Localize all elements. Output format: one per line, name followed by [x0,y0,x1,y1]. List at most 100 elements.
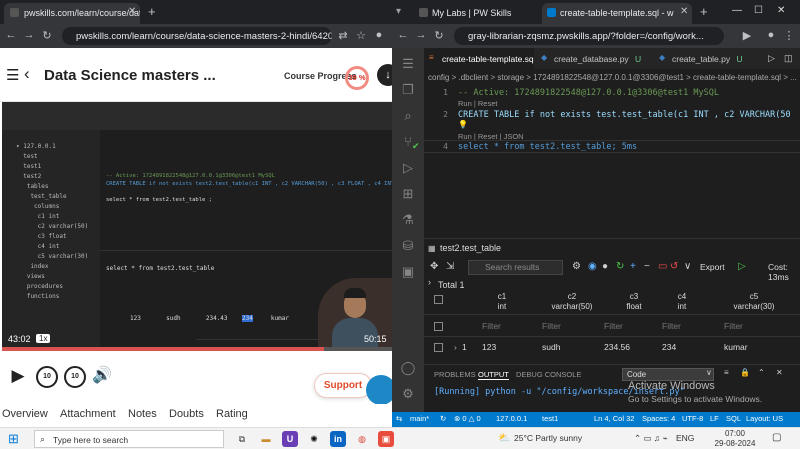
editor-tab-sql[interactable]: ≡ create-table-template.sql [424,48,534,70]
support-button[interactable]: Support [314,373,372,398]
reload-icon[interactable]: ↻ [40,29,54,42]
github-icon[interactable]: ● [602,261,608,272]
tab-pwskills-course[interactable]: pwskills.com/learn/course/data [4,3,140,24]
playback-speed[interactable]: 1x [36,334,51,343]
rewind-10-icon[interactable]: 10 [36,366,58,388]
settings-gear-icon[interactable]: ⚙ [400,386,416,402]
close-tab-icon[interactable]: ✕ [128,6,136,17]
editor-tab-create-table[interactable]: ◆ create_table.py U [654,48,764,70]
trash-icon[interactable]: ▭ [658,261,667,272]
cell-c4[interactable]: 234 [662,342,676,352]
keyboard-layout[interactable]: Layout: US [746,414,783,423]
taskbar-search-input[interactable]: ⌕ Type here to search [34,430,224,448]
editor-tab-create-database[interactable]: ◆ create_database.py U [536,48,652,70]
search-icon[interactable]: ⌕ [400,108,416,124]
testing-icon[interactable]: ⚗ [400,212,416,228]
lock-icon[interactable]: 🔒 [740,368,750,377]
account-icon[interactable]: ◯ [400,360,416,376]
settings-gear-icon[interactable]: ⚙ [572,261,581,272]
cell-c5[interactable]: kumar [724,342,748,352]
right-url-input[interactable]: gray-librarian-zqsmz.pwskills.app/?folde… [454,27,724,45]
app-u-icon[interactable]: U [282,431,298,447]
new-tab-icon[interactable]: + [700,4,708,19]
forward-icon[interactable]: → [22,29,36,41]
panel-tab-problems[interactable]: PROBLEMS [434,370,476,379]
extensions-icon[interactable]: ⊞ [400,186,416,202]
cell-c1[interactable]: 123 [482,342,496,352]
maximize-icon[interactable]: ☐ [754,5,763,16]
tab-list-icon[interactable]: ▾ [396,6,401,17]
column-header-c2[interactable]: c2 varchar(50) [542,292,602,312]
split-editor-icon[interactable]: ◫ [784,53,793,64]
forward-icon[interactable]: → [414,29,428,41]
chrome-icon[interactable]: ◍ [354,431,370,447]
select-all-checkbox[interactable] [434,295,443,304]
run-file-icon[interactable]: ▷ [768,53,775,64]
close-tab-icon[interactable]: ✕ [680,6,688,17]
tab-code-server[interactable]: create-table-template.sql - w [542,3,692,24]
column-header-c5[interactable]: c5 varchar(30) [724,292,784,312]
database-icon[interactable]: ⛁ [400,238,416,254]
db-name[interactable]: test1 [542,414,558,423]
profile-icon[interactable]: ● [372,29,386,41]
cell-c2[interactable]: sudh [542,342,560,352]
indent-spaces[interactable]: Spaces: 4 [642,414,675,423]
code-editor[interactable]: 1 -- Active: 1724891822548@127.0.0.1@330… [412,86,800,238]
refresh-icon[interactable]: ↻ [616,261,624,272]
docker-icon[interactable]: ▣ [400,264,416,280]
table-row[interactable]: › 1 123 sudh 234.56 234 kumar [424,337,800,359]
language-mode[interactable]: SQL [726,414,741,423]
add-row-icon[interactable]: + [630,261,636,272]
export-button[interactable]: Export [700,262,725,272]
tab-notes[interactable]: Notes [128,408,157,420]
profile-icon[interactable]: ● [764,29,778,41]
translate-icon[interactable]: ⇄ [336,29,350,42]
run-debug-icon[interactable]: ▷ [400,160,416,176]
row-expand-icon[interactable]: › [454,342,457,352]
bookmark-star-icon[interactable]: ☆ [354,29,368,42]
tab-my-labs[interactable]: My Labs | PW Skills [414,3,534,24]
tab-rating[interactable]: Rating [216,408,248,420]
notifications-icon[interactable]: ▢ [772,432,781,443]
tab-overview[interactable]: Overview [2,408,48,420]
new-tab-icon[interactable]: + [148,4,156,19]
breadcrumb[interactable]: config > .dbclient > storage > 172489182… [424,70,800,86]
remote-icon[interactable]: ⇆ [396,414,402,423]
clear-output-icon[interactable]: ≡ [724,368,729,377]
task-view-icon[interactable]: ⧉ [234,431,250,447]
lightbulb-icon[interactable]: 💡 [458,120,468,129]
results-search-input[interactable]: Search results [468,260,563,275]
forward-10-icon[interactable]: 10 [64,366,86,388]
back-chevron-icon[interactable]: ‹ [24,64,30,84]
volume-icon[interactable]: 🔊 [92,366,112,386]
scroll-icon[interactable]: ⇲ [446,261,454,272]
filter-c2[interactable]: Filter [542,321,561,331]
maximize-panel-icon[interactable]: ⌃ [758,368,765,377]
move-icon[interactable]: ✥ [430,261,438,272]
back-icon[interactable]: ← [4,29,18,41]
windows-start-icon[interactable]: ⊞ [8,431,24,447]
filter-row-checkbox[interactable] [434,322,443,331]
filter-c3[interactable]: Filter [604,321,623,331]
results-tab-title[interactable]: test2.test_table [440,243,501,253]
column-header-c3[interactable]: c3 float [604,292,664,312]
file-explorer-icon[interactable]: ▬ [258,431,274,447]
filter-c1[interactable]: Filter [482,321,501,331]
column-header-c4[interactable]: c4 int [662,292,702,312]
reload-icon[interactable]: ↻ [432,29,446,42]
menu-icon[interactable]: ☰ [400,56,416,72]
errors-warnings[interactable]: ⊗ 0 △ 0 [454,414,481,423]
db-connection[interactable]: 127.0.0.1 [496,414,527,423]
tray-icons[interactable]: ⌃ ▭ ♫ ⌁ [634,433,668,444]
panel-tab-debug-console[interactable]: DEBUG CONSOLE [516,370,581,379]
chevron-down-icon[interactable]: ∨ [706,368,712,377]
tab-doubts[interactable]: Doubts [169,408,204,420]
filter-c5[interactable]: Filter [724,321,743,331]
filter-c4[interactable]: Filter [662,321,681,331]
encoding[interactable]: UTF-8 [682,414,703,423]
cursor-position[interactable]: Ln 4, Col 32 [594,414,634,423]
clock[interactable]: 07:00 29-08-2024 [710,429,760,449]
tab-attachment[interactable]: Attachment [60,408,116,420]
hamburger-menu-icon[interactable]: ☰ [6,66,19,84]
download-icon[interactable]: ↓ [377,64,392,86]
